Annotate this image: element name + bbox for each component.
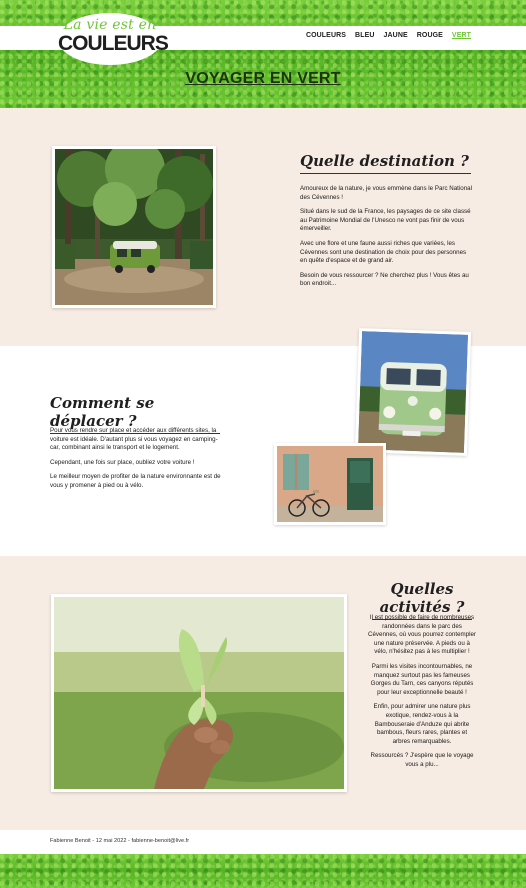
footer-banner: [0, 854, 526, 888]
nav-jaune[interactable]: JAUNE: [384, 32, 408, 39]
heading-destination: Quelle destination ?: [300, 152, 471, 174]
section-transport: Comment se déplacer ? Pour vous rendre s…: [0, 328, 526, 556]
activities-paragraph: Parmi les visites incontournables, ne ma…: [370, 662, 474, 696]
footer-credit: Fabienne Benoit - 12 mai 2022 - fabienne…: [50, 838, 190, 844]
transport-text: Pour vous rendre sur place et accéder au…: [50, 427, 222, 497]
nav-rouge[interactable]: ROUGE: [417, 32, 443, 39]
nav-couleurs[interactable]: COULEURS: [306, 32, 346, 39]
photo-butterfly-hand: [51, 594, 347, 792]
bike-door-image: [277, 446, 383, 522]
section-destination: Quelle destination ? Amoureux de la natu…: [0, 108, 526, 346]
activities-text: Il est possible de faire de nombreuses r…: [368, 614, 476, 776]
section-activities: Quelles activités ? Il est possible de f…: [0, 556, 526, 830]
transport-paragraph: Cependant, une fois sur place, oubliez v…: [50, 458, 195, 466]
logo-main-text: COULEURS: [58, 32, 169, 55]
photo-bike-door: [274, 443, 386, 525]
destination-paragraph: Besoin de vous ressourcer ? Ne cherchez …: [300, 271, 469, 288]
destination-paragraph: Situé dans le sud de la France, les pays…: [300, 208, 471, 233]
photo-van-front: [354, 328, 472, 456]
activities-paragraph: Il est possible de faire de nombreuses r…: [368, 614, 476, 656]
butterfly-hand-image: [54, 597, 344, 789]
destination-text: Amoureux de la nature, je vous emmène da…: [300, 185, 472, 295]
nav-bleu[interactable]: BLEU: [355, 32, 374, 39]
destination-paragraph: Amoureux de la nature, je vous emmène da…: [300, 185, 472, 201]
destination-paragraph: Avec une flore et une faune aussi riches…: [300, 239, 467, 265]
logo-script-text: La vie est en: [63, 17, 157, 33]
transport-paragraph: Pour vous rendre sur place et accéder au…: [50, 427, 218, 452]
main-nav: COULEURS BLEU JAUNE ROUGE VERT: [306, 32, 471, 39]
forest-van-image: [55, 149, 213, 305]
activities-paragraph: Enfin, pour admirer une nature plus exot…: [373, 703, 471, 745]
nav-vert[interactable]: VERT: [452, 32, 471, 39]
site-logo[interactable]: La vie est en COULEURS: [58, 13, 169, 65]
transport-paragraph: Le meilleur moyen de profiter de la natu…: [50, 473, 221, 489]
photo-forest-van: [52, 146, 216, 308]
page-title: VOYAGER EN VERT: [185, 70, 341, 87]
activities-paragraph: Ressourcés ? J'espère que le voyage vous…: [370, 752, 474, 768]
van-front-image: [357, 331, 469, 453]
